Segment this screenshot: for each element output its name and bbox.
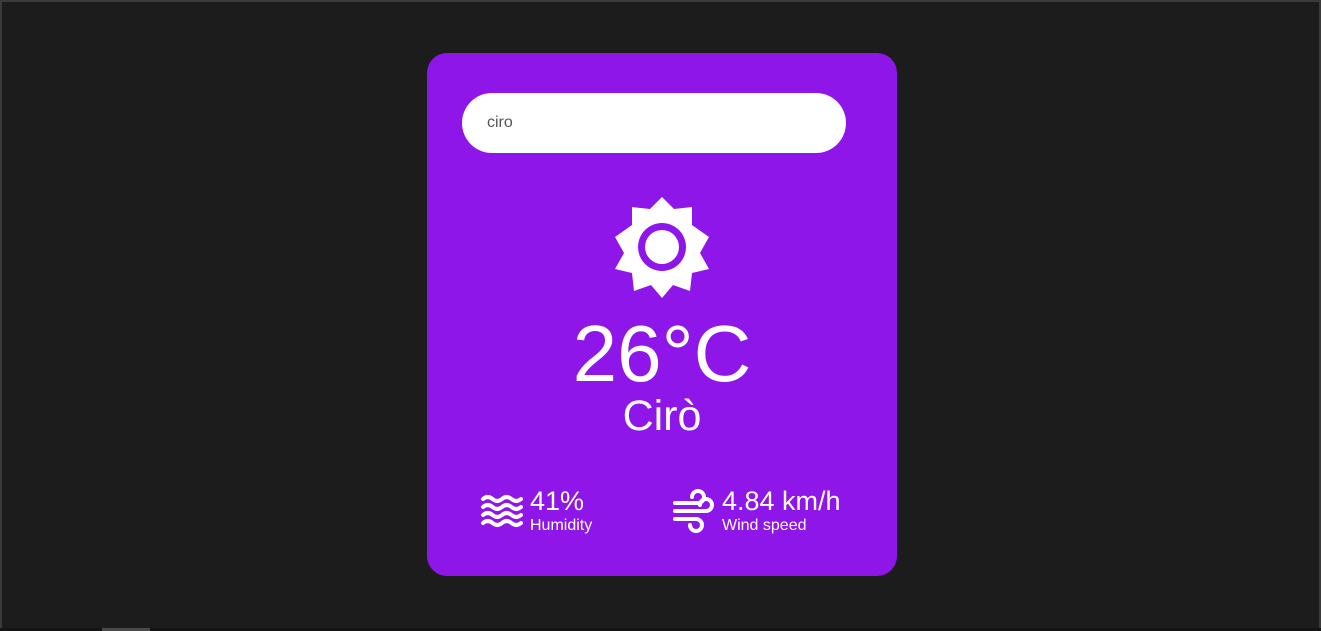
wind-icon — [672, 489, 716, 533]
weather-card: ciro 26°C Cirò 41% Humidity 4.84 km/h Wi… — [427, 53, 897, 576]
waves-icon — [480, 489, 524, 533]
search-input[interactable]: ciro — [462, 93, 846, 153]
city-name: Cirò — [622, 392, 702, 440]
humidity-detail: 41% Humidity — [480, 486, 592, 536]
sun-icon — [610, 195, 714, 299]
wind-label: Wind speed — [722, 517, 807, 534]
humidity-label: Humidity — [530, 517, 593, 534]
humidity-value: 41% — [530, 486, 585, 516]
humidity-text: 41% Humidity — [530, 486, 592, 536]
wind-detail: 4.84 km/h Wind speed — [672, 486, 841, 536]
temperature: 26°C — [572, 309, 752, 398]
search-input-value: ciro — [487, 114, 513, 131]
wind-value: 4.84 km/h — [722, 486, 841, 516]
wind-text: 4.84 km/h Wind speed — [722, 486, 841, 536]
